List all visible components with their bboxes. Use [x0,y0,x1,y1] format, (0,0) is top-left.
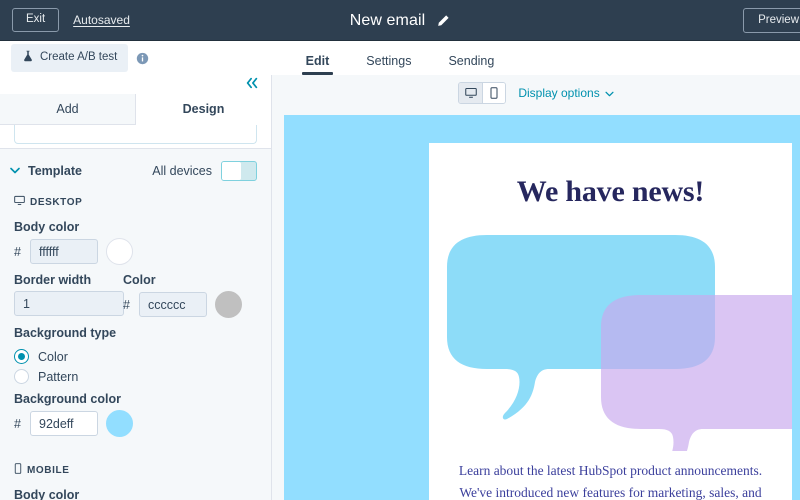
mobile-section-label: MOBILE [27,464,70,476]
display-options-bar: Display options [272,75,800,110]
sidebar-tabs: Add Design [0,94,271,125]
partial-input-box [14,125,257,144]
chevron-down-icon[interactable] [10,166,20,177]
desktop-body-color-swatch[interactable] [106,238,133,265]
info-circle-icon[interactable] [136,52,149,65]
ab-test-group: Create A/B test [0,44,149,72]
device-toggle-group [458,81,507,104]
radio-pattern-icon[interactable] [14,369,29,384]
chevron-double-left-icon[interactable] [245,77,259,92]
hash-prefix: # [14,244,21,259]
desktop-border-width-label: Border width [14,273,92,287]
background-color-row: # [0,410,271,437]
radio-pattern-label: Pattern [38,369,79,384]
mobile-phone-icon [14,463,22,477]
topbar-right-group: Preview [743,0,800,41]
desktop-border-color-swatch[interactable] [215,291,242,318]
mobile-section-header: MOBILE [0,437,271,480]
create-ab-test-label: Create A/B test [40,51,118,64]
speech-bubbles-illustration [429,219,800,480]
toggle-knob [222,162,241,180]
desktop-border-color-input-row: # [123,291,271,318]
desktop-border-color-group: Color # [123,265,271,318]
page-title: New email [349,11,426,29]
all-devices-toggle[interactable] [221,161,257,181]
sidebar-collapse-row [0,75,271,94]
all-devices-group: All devices [152,161,257,181]
email-preview-canvas: Display options We have news! Learn abou… [272,75,800,500]
background-color-swatch[interactable] [106,410,133,437]
chevron-down-icon [605,86,614,100]
email-editor-app: Exit Autosaved New email Preview Create … [0,0,800,500]
desktop-border-color-input[interactable] [139,292,207,317]
all-devices-label: All devices [152,164,212,178]
device-mobile-button[interactable] [482,82,506,103]
desktop-border-width-input-row [0,291,124,316]
topbar-left-group: Exit Autosaved [0,8,130,32]
hash-prefix: # [14,416,21,431]
radio-color-icon[interactable] [14,349,29,364]
secondary-toolbar: Create A/B test Edit Settings Sending [0,41,800,75]
tab-edit[interactable]: Edit [301,54,333,75]
background-type-option-color[interactable]: Color [0,344,271,364]
desktop-border-width-input[interactable] [14,291,124,316]
hash-prefix: # [123,297,130,312]
desktop-body-color-label: Body color [14,220,80,234]
email-body[interactable]: We have news! Learn about the latest Hub… [429,143,800,500]
desktop-border-width-group: Border width [0,265,124,318]
pencil-icon[interactable] [436,14,450,28]
mobile-body-color-label: Body color [14,488,80,500]
sidebar-scrolled-field-remnant [0,125,271,149]
desktop-border-row: Border width Color # [0,265,271,318]
sidebar-tab-add[interactable]: Add [0,94,136,125]
background-type-label: Background type [14,326,117,340]
background-type-option-pattern[interactable]: Pattern [0,364,271,384]
desktop-monitor-icon [14,195,25,209]
sidebar-tab-design[interactable]: Design [136,94,271,125]
tab-sending[interactable]: Sending [448,54,494,75]
preview-button[interactable]: Preview [743,7,800,34]
email-paragraph: Learn about the latest HubSpot product a… [458,463,763,500]
flask-icon [22,50,34,66]
design-sidebar: Add Design Template All devices DESKTOP … [0,75,272,500]
desktop-section-header: DESKTOP [0,191,271,212]
template-section-header[interactable]: Template All devices [0,149,271,191]
display-options-label: Display options [518,85,600,100]
display-options-dropdown[interactable]: Display options [518,85,614,100]
top-navigation-bar: Exit Autosaved New email Preview [0,0,800,41]
tab-settings[interactable]: Settings [366,54,411,75]
background-color-input[interactable] [30,411,98,436]
exit-button[interactable]: Exit [12,8,60,32]
device-desktop-button[interactable] [459,82,483,103]
email-background: We have news! Learn about the latest Hub… [284,115,800,500]
email-heading: We have news! [516,175,705,208]
desktop-body-color-row: # [0,238,271,265]
radio-color-label: Color [38,349,68,364]
desktop-body-color-input[interactable] [30,239,98,264]
background-color-label: Background color [14,392,121,406]
desktop-section-label: DESKTOP [30,196,83,208]
create-ab-test-button[interactable]: Create A/B test [11,44,129,72]
desktop-border-color-label: Color [123,273,156,287]
template-label: Template [28,164,82,178]
autosaved-link[interactable]: Autosaved [73,13,130,27]
